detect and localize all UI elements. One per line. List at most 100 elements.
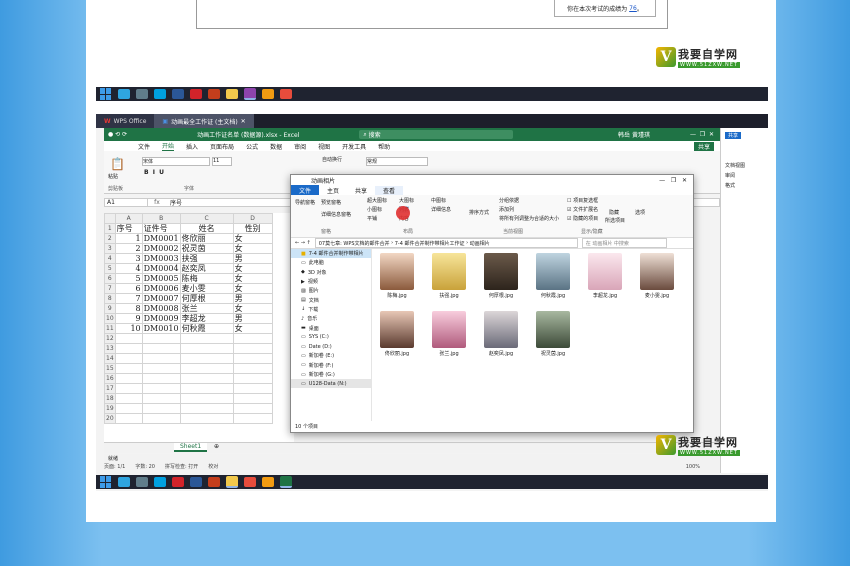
tab-wps[interactable]: W WPS Office [96, 114, 155, 128]
view-large[interactable]: 大图标 [399, 197, 414, 204]
preview-pane-button[interactable]: 预览窗格 [321, 199, 341, 206]
cell[interactable]: 6 [114, 283, 143, 294]
formula-input[interactable]: 序号 [166, 198, 182, 207]
cell[interactable]: 女 [232, 283, 273, 294]
col-header-d[interactable]: D [232, 213, 273, 224]
cell[interactable]: 何秋霞 [179, 323, 234, 334]
file-item[interactable]: 祝灵茵.jpg [535, 311, 571, 357]
search-box[interactable]: ⌕ 搜索 [359, 130, 514, 139]
tab-view[interactable]: 查看 [375, 185, 404, 195]
view-tiles[interactable]: 平铺 [367, 215, 377, 222]
cell[interactable]: 男 [232, 293, 273, 304]
nav-item[interactable]: ◆ 3D 对象 [291, 268, 371, 277]
cell[interactable]: DM0004 [141, 263, 181, 274]
cell[interactable]: 8 [114, 303, 143, 314]
tab-file[interactable]: 文件 [291, 185, 320, 195]
panel-format[interactable]: 格式 [725, 182, 735, 189]
corner-cell[interactable] [104, 213, 116, 224]
col-header-c[interactable]: C [179, 213, 234, 224]
cell[interactable]: 4 [114, 263, 143, 274]
recorder-icon[interactable] [244, 477, 256, 487]
nav-item[interactable]: ♪ 音乐 [291, 314, 371, 323]
edge-icon[interactable] [118, 89, 130, 99]
sort-button[interactable]: 排序方式 [469, 209, 489, 216]
nav-pane-button[interactable]: 导航窗格 [295, 199, 315, 206]
cell[interactable]: 陈梅 [179, 273, 234, 284]
view-details[interactable]: 详细信息 [431, 206, 451, 213]
file-extensions[interactable]: ☑ 文件扩展名 [567, 206, 598, 213]
cell[interactable]: 女 [232, 263, 273, 274]
cell[interactable]: DM0008 [141, 303, 181, 314]
powerpoint-icon[interactable] [208, 477, 220, 487]
cell[interactable]: DM0009 [141, 313, 181, 324]
windows-start-icon[interactable] [100, 476, 112, 488]
cell[interactable]: 祝灵茵 [179, 243, 234, 254]
nav-item[interactable]: ▨ 图片 [291, 286, 371, 295]
autosave-icon[interactable]: ● ⟲ ⟳ [108, 131, 127, 138]
explorer-search-input[interactable]: 在 动画相片 中搜索 [581, 238, 667, 248]
bird-icon[interactable] [154, 477, 166, 487]
cell[interactable]: 10 [114, 323, 143, 334]
user-name[interactable]: 韩岳 黄瑾琪 [618, 130, 650, 139]
cell[interactable]: 7 [114, 293, 143, 304]
cell[interactable]: DM0003 [141, 253, 181, 264]
explorer-window-controls[interactable]: — ❐ ✕ [659, 177, 687, 184]
checkbox-items[interactable]: ☐ 项目复选框 [567, 197, 598, 204]
wps-icon[interactable] [172, 477, 184, 487]
menu-help[interactable]: 帮助 [378, 142, 390, 151]
cell[interactable]: 1 [114, 233, 143, 244]
cell[interactable]: 张兰 [179, 303, 234, 314]
nav-item[interactable]: ▭ Date (D:) [291, 342, 371, 351]
edge-icon[interactable] [118, 477, 130, 487]
menu-review[interactable]: 审阅 [294, 142, 306, 151]
font-size-select[interactable]: 11 [212, 157, 232, 166]
app-icon[interactable] [262, 477, 274, 487]
file-item[interactable]: 佟欣丽.jpg [379, 311, 415, 357]
name-box[interactable]: A1 [105, 199, 148, 206]
cell[interactable]: 9 [114, 313, 143, 324]
nav-item[interactable]: ▶ 视频 [291, 277, 371, 286]
tab-home[interactable]: 主页 [319, 186, 347, 195]
header-cell[interactable]: 姓名 [179, 223, 234, 234]
calculator-icon[interactable] [136, 89, 148, 99]
menu-data[interactable]: 数据 [270, 142, 282, 151]
cell[interactable]: DM0001 [141, 233, 181, 244]
file-item[interactable]: 李超龙.jpg [587, 253, 623, 299]
view-small[interactable]: 小图标 [367, 206, 382, 213]
cell[interactable]: 扶强 [179, 253, 234, 264]
panel-doc-view[interactable]: 文档视图 [725, 162, 745, 169]
spell-status[interactable]: 拼写检查: 打开 [165, 463, 198, 470]
cell[interactable]: 女 [232, 243, 273, 254]
calculator-icon[interactable] [136, 477, 148, 487]
nav-item[interactable]: ▭ 新加卷 (E:) [291, 351, 371, 360]
cell[interactable]: 男 [232, 253, 273, 264]
fit-columns-button[interactable]: 将所有列调整为合适的大小 [499, 215, 559, 222]
nav-item[interactable]: ▭ SYS (C:) [291, 333, 371, 342]
file-item[interactable]: 麦小雯.jpg [639, 253, 675, 299]
folder-icon[interactable] [226, 89, 238, 99]
nav-item[interactable]: ■ 7-4 邮件合并制作带相片 [291, 249, 371, 259]
menu-formula[interactable]: 公式 [246, 142, 258, 151]
file-item[interactable]: 张兰.jpg [431, 311, 467, 357]
header-cell[interactable]: 序号 [114, 223, 143, 234]
tab-share[interactable]: 共享 [347, 186, 375, 195]
cell[interactable]: DM0007 [141, 293, 181, 304]
proof-status[interactable]: 校对 [208, 463, 218, 470]
window-controls[interactable]: — ❐ ✕ [690, 131, 714, 138]
nav-item[interactable]: ↓ 下载 [291, 305, 371, 314]
cell[interactable]: 5 [114, 273, 143, 284]
cell[interactable]: 2 [114, 243, 143, 254]
app-icon[interactable] [262, 89, 274, 99]
wps-icon[interactable] [190, 89, 202, 99]
paste-icon[interactable]: 📋 [110, 157, 125, 171]
windows-start-icon[interactable] [100, 88, 112, 100]
file-item[interactable]: 扶强.jpg [431, 253, 467, 299]
cell[interactable]: 麦小雯 [179, 283, 234, 294]
nav-item[interactable]: ▭ 此电脑 [291, 258, 371, 267]
bird-icon[interactable] [154, 89, 166, 99]
menu-layout[interactable]: 页面布局 [210, 142, 234, 151]
cell[interactable]: DM0002 [141, 243, 181, 254]
cell[interactable]: 3 [114, 253, 143, 264]
menu-home[interactable]: 开始 [162, 141, 175, 151]
cell[interactable]: 佟欣丽 [179, 233, 234, 244]
